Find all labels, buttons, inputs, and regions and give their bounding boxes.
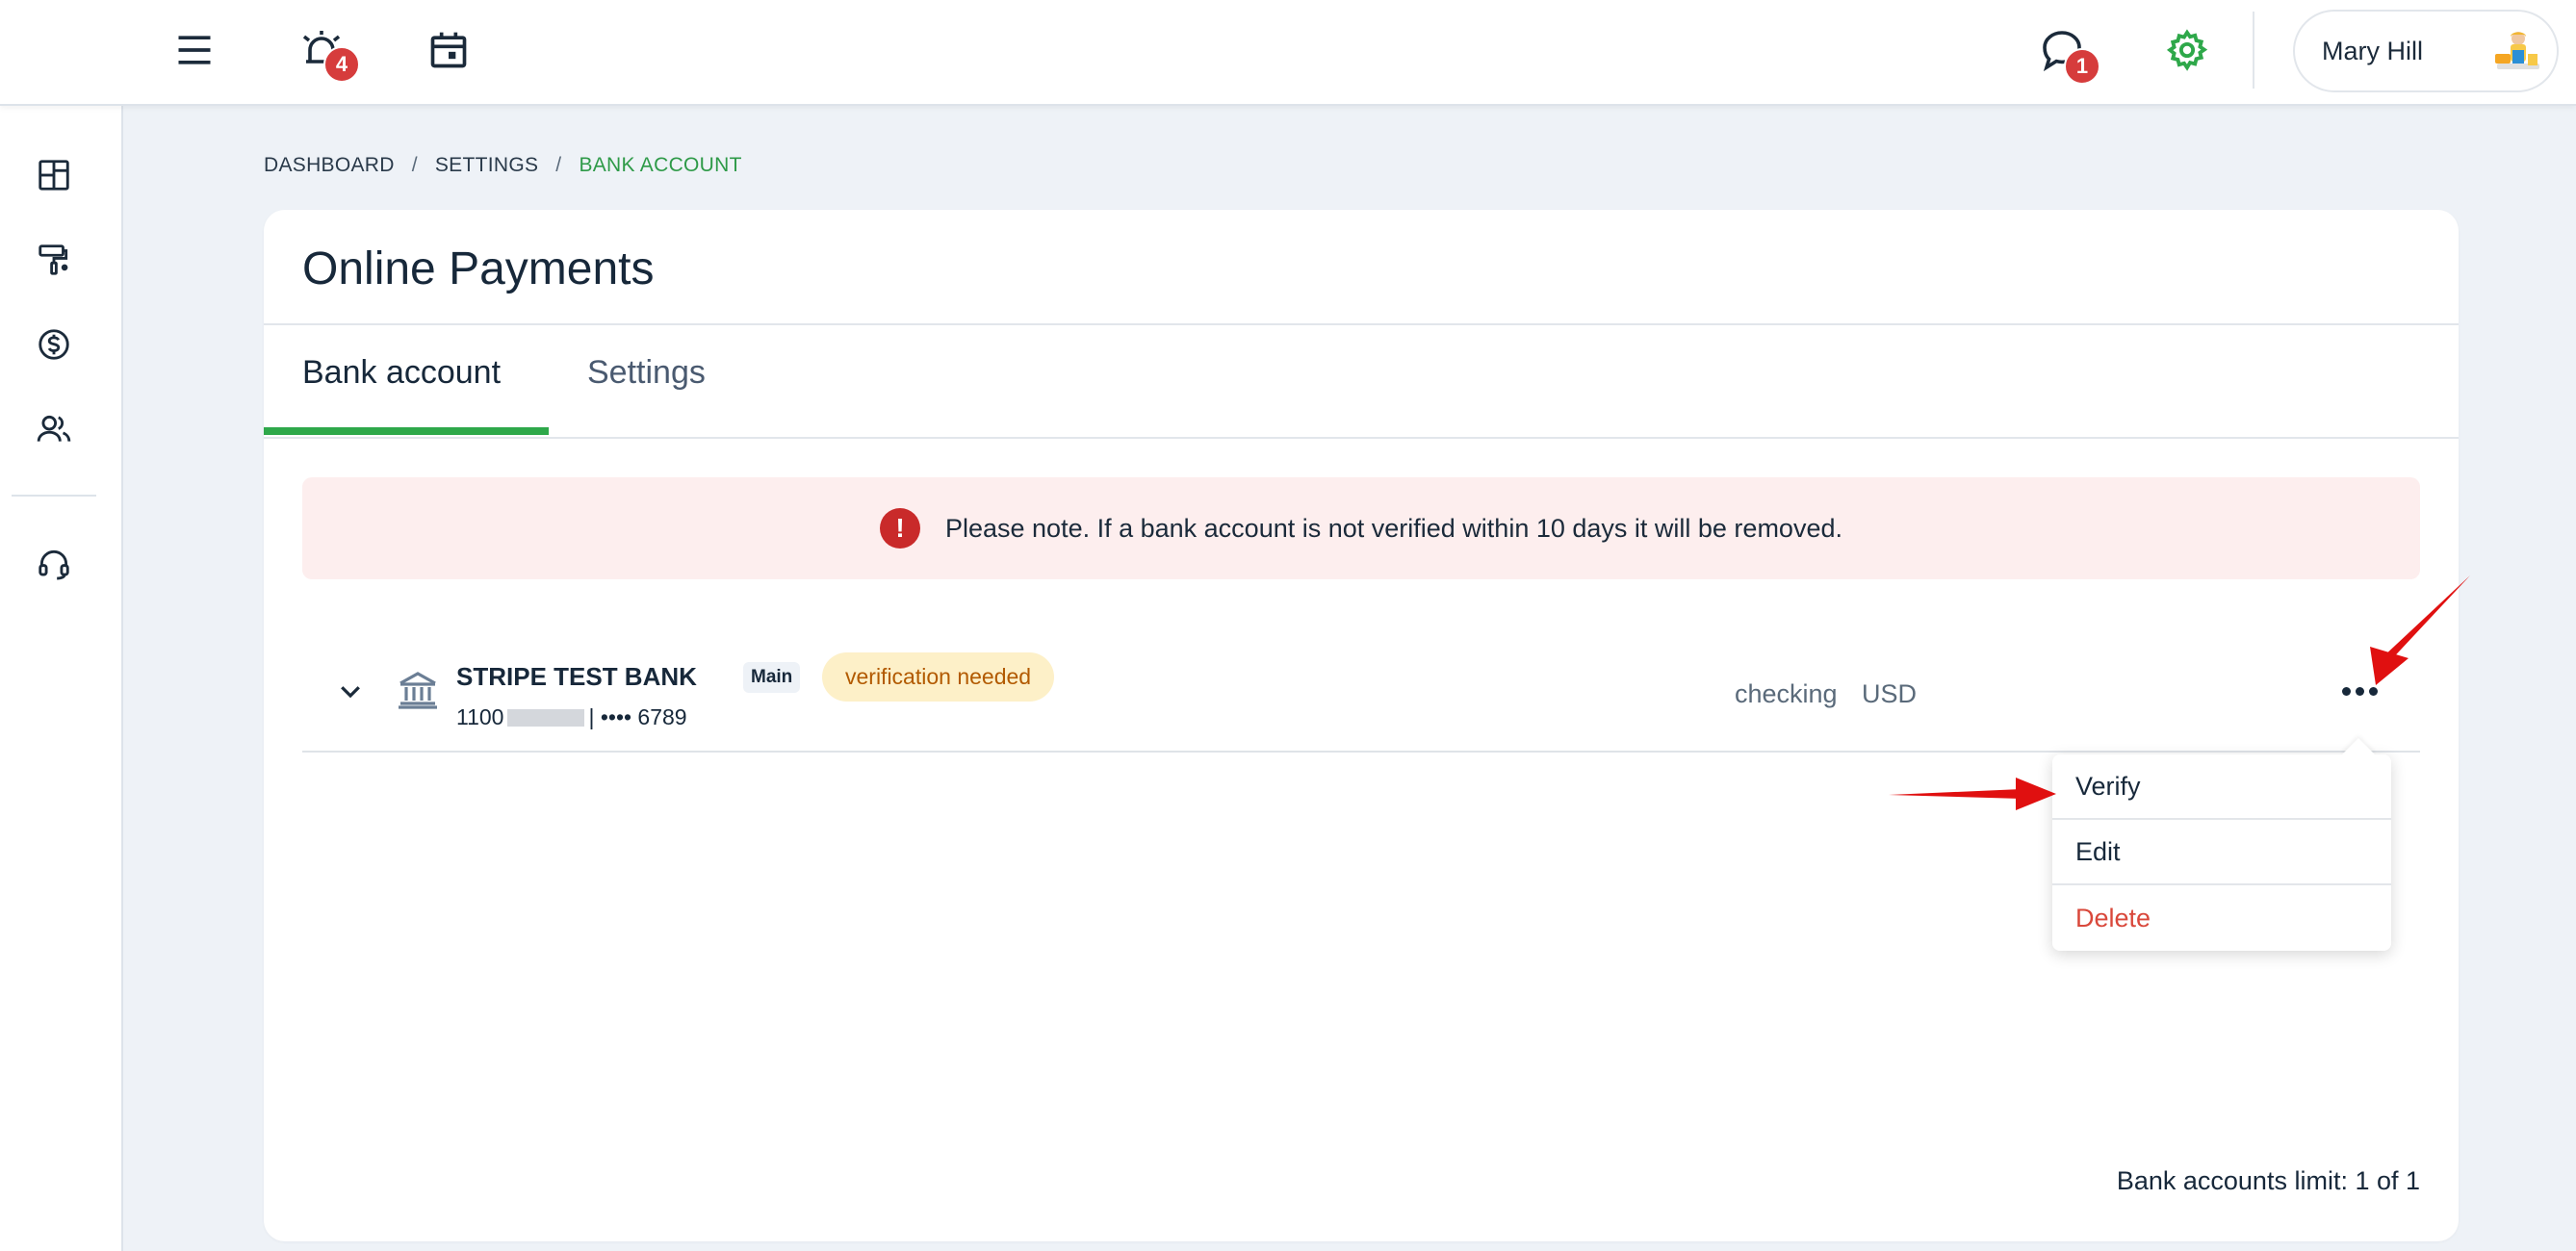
page-title: Online Payments	[302, 243, 655, 294]
top-bar: 4 1 Mary Hill	[0, 0, 2576, 106]
title-divider	[264, 323, 2459, 325]
sidebar	[0, 0, 123, 1251]
breadcrumb-settings[interactable]: SETTINGS	[435, 154, 538, 177]
sidebar-divider	[12, 495, 96, 497]
account-currency: USD	[1862, 679, 1918, 708]
main-tag: Main	[743, 662, 801, 693]
bank-account-row: STRIPE TEST BANK Main verification neede…	[302, 633, 2420, 753]
breadcrumb: DASHBOARD / SETTINGS / BANK ACCOUNT	[264, 154, 742, 177]
gear-icon[interactable]	[2156, 19, 2218, 81]
status-badge: verification needed	[822, 652, 1055, 702]
avatar	[2489, 25, 2545, 81]
breadcrumb-separator: /	[555, 154, 562, 176]
alert-text: Please note. If a bank account is not ve…	[944, 513, 1842, 543]
menu-item-edit[interactable]: Edit	[2052, 820, 2391, 885]
tab-bank-account[interactable]: Bank account	[302, 354, 501, 392]
tabs-divider	[264, 437, 2459, 439]
account-actions-menu: Verify Edit Delete	[2052, 754, 2391, 951]
active-tab-indicator	[264, 427, 549, 435]
breadcrumb-separator: /	[411, 154, 418, 176]
menu-item-delete[interactable]: Delete	[2052, 885, 2391, 951]
menu-item-verify[interactable]: Verify	[2052, 754, 2391, 820]
breadcrumb-dashboard[interactable]: DASHBOARD	[264, 154, 395, 177]
dot-icon	[2355, 686, 2364, 696]
bank-name: STRIPE TEST BANK	[456, 662, 697, 691]
verification-alert: ! Please note. If a bank account is not …	[302, 477, 2420, 579]
exclamation-circle-icon: !	[879, 508, 920, 549]
redacted-digits	[507, 708, 585, 727]
notification-badge: 4	[323, 46, 360, 83]
chevron-down-icon[interactable]	[331, 672, 370, 710]
alarm-bell-icon[interactable]: 4	[291, 19, 360, 83]
headset-icon[interactable]	[25, 535, 83, 593]
chat-bubble-icon[interactable]: 1	[2031, 19, 2100, 85]
account-number-prefix: 1100	[456, 704, 504, 729]
users-icon[interactable]	[25, 400, 83, 458]
hamburger-menu-icon[interactable]	[164, 19, 225, 81]
paint-roller-icon[interactable]	[25, 231, 83, 289]
topbar-divider	[2253, 12, 2254, 89]
dashboard-icon[interactable]	[25, 146, 83, 204]
bank-icon	[395, 666, 441, 712]
online-payments-card: Online Payments Bank account Settings ! …	[264, 210, 2459, 1241]
account-type: checking	[1735, 679, 1838, 708]
dot-icon	[2341, 686, 2351, 696]
bank-accounts-limit: Bank accounts limit: 1 of 1	[2116, 1166, 2420, 1195]
account-number-suffix: | •••• 6789	[588, 704, 687, 729]
user-name: Mary Hill	[2322, 36, 2423, 65]
user-menu-button[interactable]: Mary Hill	[2293, 10, 2559, 92]
dot-icon	[2368, 686, 2378, 696]
calendar-icon[interactable]	[418, 19, 479, 81]
account-number: 1100 | •••• 6789	[456, 704, 687, 730]
breadcrumb-bank-account: BANK ACCOUNT	[579, 154, 742, 176]
dollar-circle-icon[interactable]	[25, 316, 83, 373]
more-options-button[interactable]	[2333, 670, 2385, 712]
messages-badge: 1	[2064, 48, 2100, 85]
tab-settings[interactable]: Settings	[587, 354, 706, 392]
